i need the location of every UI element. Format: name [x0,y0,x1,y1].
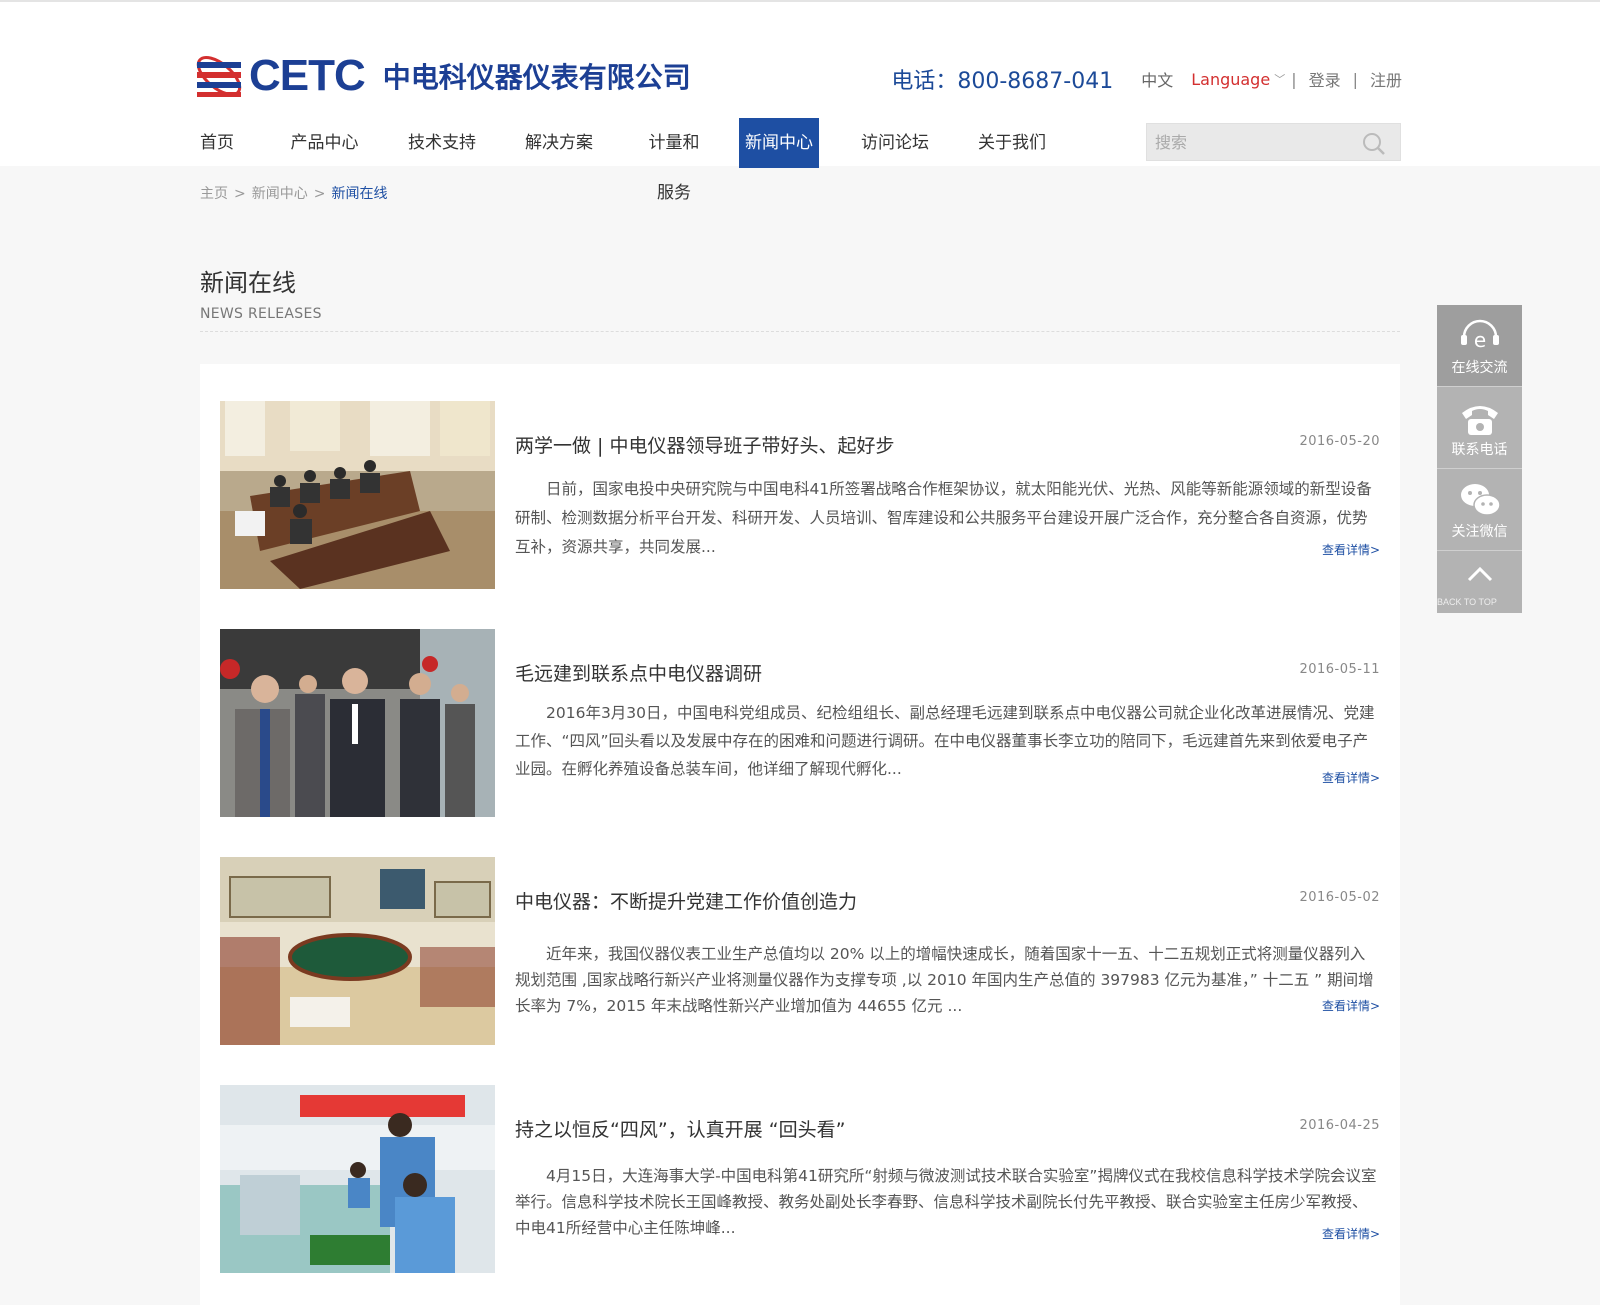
news-title[interactable]: 两学一做 | 中电仪器领导班子带好头、起好步 [515,431,894,458]
search-icon[interactable] [1362,132,1386,156]
online-chat-label: 在线交流 [1451,360,1508,376]
news-title[interactable]: 毛远建到联系点中电仪器调研 [515,659,762,686]
telephone-icon [1462,406,1498,435]
news-item: 持之以恒反“四风”，认真开展 “回头看” 2016-04-25 4月15日，大连… [220,1085,1380,1273]
main-nav: 首页 产品中心 技术支持 解决方案 计量和服务 新闻中心 访问论坛 关于我们 [192,118,1053,203]
logo-wordmark: CETC [249,51,366,100]
floating-sidebar: e 在线交流 联系电话 关注微信 BACK TO TOP [1437,305,1522,613]
news-date: 2016-04-25 [1299,1118,1380,1133]
svg-text:e: e [1474,328,1486,352]
news-thumbnail[interactable] [220,629,495,817]
news-thumbnail[interactable] [220,401,495,589]
chevron-up-icon [1467,566,1493,582]
read-more-link[interactable]: 查看详情> [1322,541,1380,558]
breadcrumb-separator: > [234,186,246,202]
news-item: 毛远建到联系点中电仪器调研 2016-05-11 2016年3月30日，中国电科… [220,629,1380,817]
read-more-link[interactable]: 查看详情> [1322,1225,1380,1242]
login-link[interactable]: 登录 [1309,67,1341,91]
nav-products[interactable]: 产品中心 [242,118,407,168]
news-thumbnail[interactable] [220,1085,495,1273]
wechat-icon [1461,484,1501,516]
news-list: 两学一做 | 中电仪器领导班子带好头、起好步 2016-05-20 日前，国家电… [200,364,1400,1305]
breadcrumb-section[interactable]: 新闻中心 [252,186,308,202]
company-logo[interactable]: CETC 中电科仪器仪表有限公司 [193,48,691,104]
language-dropdown[interactable]: Language [1191,70,1270,89]
nav-about[interactable]: 关于我们 [971,118,1053,168]
news-title[interactable]: 中电仪器：不断提升党建工作价值创造力 [515,887,857,914]
news-item: 中电仪器：不断提升党建工作价值创造力 2016-05-02 近年来，我国仪器仪表… [220,857,1380,1045]
chevron-down-icon[interactable]: ﹀ [1274,71,1285,87]
breadcrumb-current: 新闻在线 [331,186,388,202]
top-bar: 电话：800-8687-041 中文 Language ﹀ | 登录 | 注册 [891,64,1402,94]
news-summary: 日前，国家电投中央研究院与中国电科41所签署战略合作框架协议，就太阳能光伏、光热… [515,480,1372,556]
cetc-emblem-icon [193,48,245,104]
nav-forum[interactable]: 访问论坛 [819,118,971,168]
divider: | [1352,69,1358,89]
contact-phone-button[interactable]: 联系电话 [1437,387,1522,469]
back-to-top-label: BACK TO TOP [1437,597,1497,607]
contact-phone-label: 联系电话 [1451,442,1508,458]
read-more-link[interactable]: 查看详情> [1322,769,1380,786]
news-summary: 近年来，我国仪器仪表工业生产总值均以 20% 以上的增幅快速成长，随着国家十一五… [515,945,1374,1015]
language-chinese-link[interactable]: 中文 [1141,67,1173,91]
nav-news[interactable]: 新闻中心 [739,118,819,168]
nav-metrology[interactable]: 计量和服务 [641,118,707,203]
news-date: 2016-05-20 [1299,434,1380,449]
nav-solutions[interactable]: 解决方案 [477,118,641,168]
read-more-link[interactable]: 查看详情> [1322,997,1380,1014]
news-title[interactable]: 持之以恒反“四风”，认真开展 “回头看” [515,1115,845,1142]
search-input[interactable] [1147,124,1347,160]
page-title: 新闻在线 [200,269,296,297]
breadcrumb-separator: > [313,186,326,202]
breadcrumb: 主页 > 新闻中心 > 新闻在线 [200,183,387,203]
chat-headset-icon: e [1461,319,1499,352]
page-subtitle: NEWS RELEASES [200,306,322,322]
company-name: 中电科仪器仪表有限公司 [382,61,691,94]
news-date: 2016-05-11 [1299,662,1380,677]
site-header: CETC 中电科仪器仪表有限公司 电话：800-8687-041 中文 Lang… [0,0,1600,203]
divider: | [1291,69,1297,89]
news-date: 2016-05-02 [1299,890,1380,905]
nav-support[interactable]: 技术支持 [407,118,477,168]
wechat-button[interactable]: 关注微信 [1437,469,1522,551]
breadcrumb-home[interactable]: 主页 [200,186,228,202]
divider [200,331,1400,332]
news-item: 两学一做 | 中电仪器领导班子带好头、起好步 2016-05-20 日前，国家电… [220,401,1380,589]
wechat-label: 关注微信 [1451,524,1508,540]
hotline-number: 电话：800-8687-041 [891,69,1114,94]
news-summary: 2016年3月30日，中国电科党组成员、纪检组组长、副总经理毛远建到联系点中电仪… [515,704,1375,778]
online-chat-button[interactable]: e 在线交流 [1437,305,1522,387]
news-thumbnail[interactable] [220,857,495,1045]
search-box [1146,123,1401,161]
register-link[interactable]: 注册 [1370,67,1402,91]
nav-home[interactable]: 首页 [192,118,242,168]
back-to-top-button[interactable]: BACK TO TOP [1437,551,1522,613]
news-summary: 4月15日，大连海事大学-中国电科第41研究所“射频与微波测试技术联合实验室”揭… [515,1167,1377,1237]
